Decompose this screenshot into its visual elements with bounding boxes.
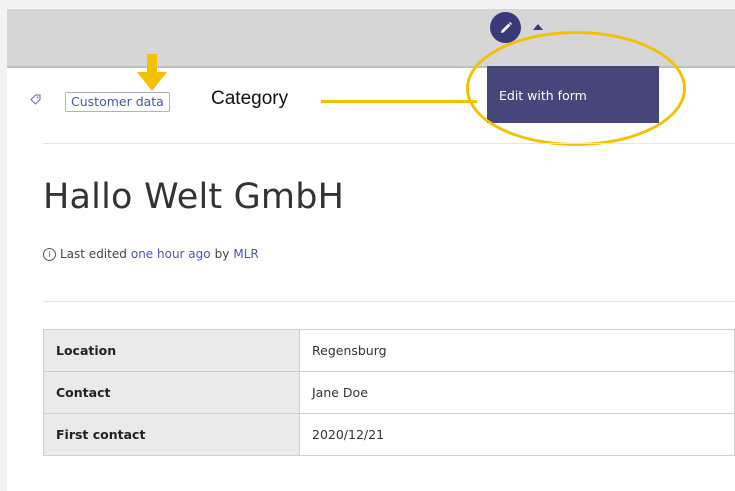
editor-user-link[interactable]: MLR <box>233 247 258 261</box>
property-key: Location <box>43 329 300 372</box>
property-key: Contact <box>43 371 300 414</box>
divider <box>43 143 735 144</box>
edit-time-link[interactable]: one hour ago <box>131 247 211 261</box>
info-icon: i <box>43 247 56 261</box>
table-row: Contact Jane Doe <box>43 371 735 414</box>
tooltip-label: Edit with form <box>499 88 587 103</box>
arrow-down-icon <box>137 54 167 91</box>
category-annotation-label: Category <box>211 88 289 109</box>
table-row: First contact 2020/12/21 <box>43 413 735 456</box>
last-edited-meta: i Last edited one hour ago by MLR <box>43 247 259 261</box>
page-title: Hallo Welt GmbH <box>43 177 345 217</box>
meta-prefix: Last edited <box>60 247 127 261</box>
property-value: 2020/12/21 <box>299 413 735 456</box>
category-chip[interactable]: Customer data <box>65 92 170 112</box>
page: Edit with form Customer data Category Ha… <box>7 9 735 491</box>
divider <box>43 301 735 302</box>
property-value: Regensburg <box>299 329 735 372</box>
edit-caret-icon[interactable] <box>533 24 543 30</box>
meta-by: by <box>214 247 230 261</box>
tag-icon <box>30 94 41 105</box>
pencil-icon <box>500 21 512 33</box>
properties-table: Location Regensburg Contact Jane Doe Fir… <box>43 329 735 456</box>
top-toolbar <box>7 9 735 68</box>
table-row: Location Regensburg <box>43 329 735 372</box>
edit-with-form-tooltip[interactable]: Edit with form <box>487 66 659 123</box>
property-value: Jane Doe <box>299 371 735 414</box>
edit-button[interactable] <box>490 12 521 43</box>
category-annotation-line <box>321 100 477 103</box>
property-key: First contact <box>43 413 300 456</box>
